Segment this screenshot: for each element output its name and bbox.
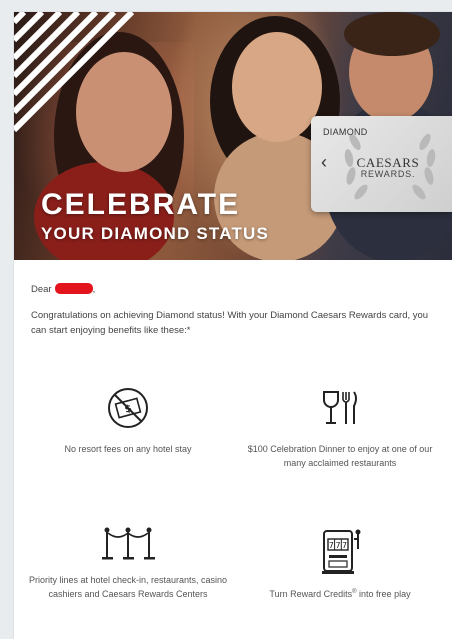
- email-body: DIAMOND ‹ CAESARS REWARDS. CELEBRATE YOU…: [14, 12, 452, 639]
- hero-title: CELEBRATE: [41, 188, 241, 221]
- redacted-name: [54, 283, 93, 294]
- benefit-text: $100 Celebration Dinner to enjoy at one …: [247, 444, 433, 469]
- benefit-celebration-dinner: $100 Celebration Dinner to enjoy at one …: [240, 386, 440, 471]
- stanchion-icon: [102, 527, 155, 560]
- card-brand-name: CAESARS: [356, 155, 420, 170]
- svg-text:7: 7: [342, 541, 347, 550]
- svg-text:7: 7: [329, 541, 334, 550]
- svg-text:7: 7: [335, 541, 340, 550]
- slot-machine-icon: 7 7 7: [322, 529, 361, 574]
- no-resort-fee-icon: $: [108, 388, 148, 428]
- caesars-rewards-logo: CAESARS REWARDS.: [353, 156, 423, 179]
- card-program-name: REWARDS.: [360, 169, 416, 179]
- benefit-priority-lines: Priority lines at hotel check-in, restau…: [28, 525, 228, 602]
- hero-person-right-hair: [344, 12, 440, 56]
- chevron-left-icon: ‹: [321, 152, 327, 172]
- greeting-prefix: Dear: [31, 284, 52, 295]
- hero-person-center-face: [232, 32, 322, 142]
- intro-paragraph: Congratulations on achieving Diamond sta…: [31, 310, 429, 336]
- benefit-text: No resort fees on any hotel stay: [64, 444, 192, 454]
- greeting: Dear,: [31, 283, 95, 295]
- diamond-rewards-card: DIAMOND ‹ CAESARS REWARDS.: [311, 116, 452, 212]
- greeting-suffix: ,: [92, 284, 96, 295]
- card-tier-label: DIAMOND: [323, 127, 368, 137]
- benefit-no-resort-fees: $ No resort fees on any hotel stay: [28, 386, 228, 456]
- hero-banner: DIAMOND ‹ CAESARS REWARDS. CELEBRATE YOU…: [14, 12, 452, 260]
- benefit-reward-credits: 7 7 7 Turn Reward Credits® into free pla…: [240, 525, 440, 601]
- benefit-text: Priority lines at hotel check-in, restau…: [28, 575, 228, 600]
- hero-subtitle: YOUR DIAMOND STATUS: [41, 224, 270, 243]
- diagonal-stripes-decoration: [14, 12, 134, 132]
- benefit-text: Turn Reward Credits® into free play: [269, 589, 411, 599]
- dining-icon: [323, 391, 357, 424]
